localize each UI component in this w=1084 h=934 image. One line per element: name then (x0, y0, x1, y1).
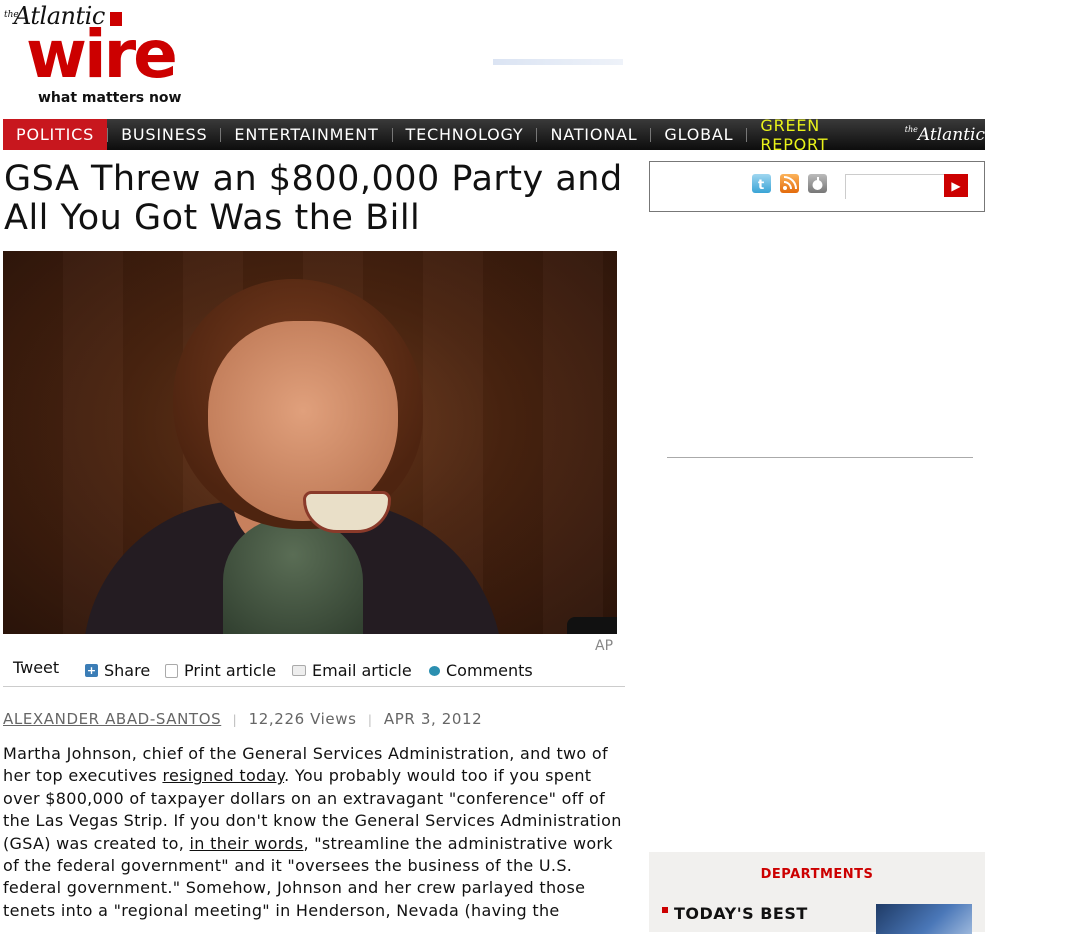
departments-title: DEPARTMENTS (760, 867, 874, 882)
email-article-button[interactable]: Email article (292, 661, 412, 680)
resigned-today-link[interactable]: resigned today (162, 766, 284, 785)
site-logo[interactable]: the Atlantic wire what matters now (2, 2, 202, 110)
svg-text:t: t (758, 178, 764, 193)
nav-atlantic-logo[interactable]: theAtlantic (905, 125, 985, 145)
sidebar-divider (667, 457, 973, 458)
nav-global[interactable]: GLOBAL (651, 119, 746, 150)
share-plus-icon: + (85, 664, 98, 677)
nav-business[interactable]: BUSINESS (108, 119, 220, 150)
tweet-button[interactable]: Tweet (13, 658, 59, 677)
publish-date: APR 3, 2012 (383, 710, 483, 728)
search-input[interactable] (845, 174, 950, 199)
rss-icon[interactable] (780, 174, 799, 193)
todays-best-thumbnail[interactable] (876, 904, 972, 934)
byline-separator: | (232, 713, 238, 727)
departments-panel: DEPARTMENTS TODAY'S BEST (649, 852, 985, 934)
search-submit-button[interactable]: ▶ (944, 174, 968, 197)
bullet-square (662, 907, 668, 913)
comments-label: Comments (446, 661, 533, 680)
nav-politics[interactable]: POLITICS (3, 119, 108, 150)
print-icon (165, 663, 178, 678)
twitter-icon[interactable]: t (752, 174, 771, 193)
in-their-words-link[interactable]: in their words (190, 834, 304, 853)
photo-microphone (567, 617, 617, 634)
nav-technology[interactable]: TECHNOLOGY (393, 119, 537, 150)
email-icon (292, 665, 306, 676)
main-nav: POLITICS BUSINESS ENTERTAINMENT TECHNOLO… (3, 116, 985, 154)
logo-tagline: what matters now (38, 90, 182, 106)
email-label: Email article (312, 661, 412, 680)
comments-button[interactable]: Comments (429, 661, 533, 680)
byline-separator: | (367, 713, 373, 727)
article-headline: GSA Threw an $800,000 Party and All You … (4, 159, 623, 238)
comment-bubble-icon (429, 665, 440, 676)
nav-green-report[interactable]: GREEN REPORT (747, 116, 902, 154)
author-link[interactable]: ALEXANDER ABAD-SANTOS (3, 710, 221, 728)
article-body: Martha Johnson, chief of the General Ser… (3, 743, 628, 922)
todays-best-link[interactable]: TODAY'S BEST (674, 904, 808, 923)
logo-wire: wire (26, 16, 178, 93)
sidebar-search-box: t ▶ (649, 161, 985, 212)
share-bar: Tweet + Share Print article Email articl… (3, 656, 625, 687)
share-button[interactable]: + Share (85, 661, 150, 680)
print-label: Print article (184, 661, 277, 680)
share-label: Share (104, 661, 151, 680)
photo-scarf (223, 516, 363, 634)
nav-atlantic-the: the (904, 124, 918, 134)
apple-icon[interactable] (808, 174, 827, 193)
nav-entertainment[interactable]: ENTERTAINMENT (221, 119, 391, 150)
nav-national[interactable]: NATIONAL (537, 119, 650, 150)
article-photo (3, 251, 617, 634)
photo-credit: AP (595, 638, 614, 654)
view-count: 12,226 Views (248, 710, 357, 728)
print-article-button[interactable]: Print article (165, 661, 276, 680)
header-ad (493, 45, 633, 75)
byline: ALEXANDER ABAD-SANTOS | 12,226 Views | A… (3, 710, 482, 728)
nav-atlantic-word: Atlantic (917, 124, 985, 145)
